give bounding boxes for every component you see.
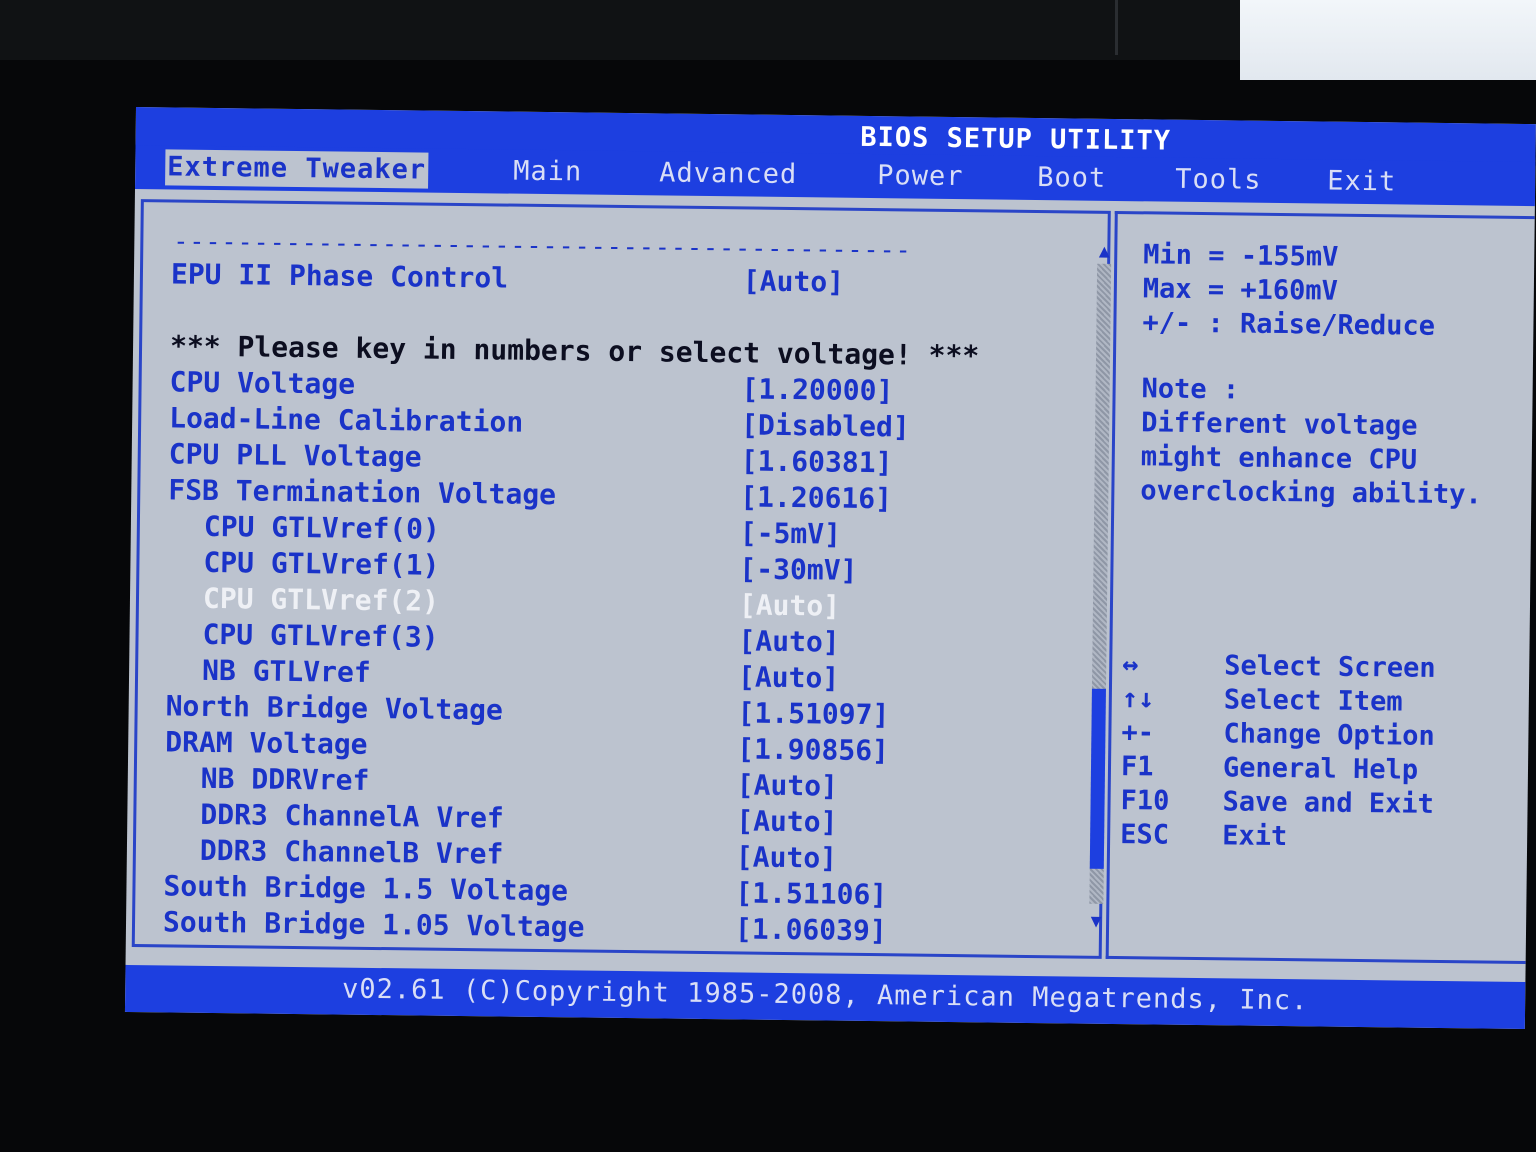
tab-power[interactable]: Power [875, 158, 966, 195]
setting-label: NB GTLVref [201, 653, 371, 689]
setting-label: FSB Termination Voltage [168, 473, 557, 512]
help-max-value: Max = +160mV [1142, 273, 1339, 307]
setting-value: [-30mV] [739, 552, 858, 587]
help-min-value: Min = -155mV [1143, 239, 1339, 273]
help-adjust-hint: +/- : Raise/Reduce [1142, 307, 1436, 342]
setting-epu-phase-control[interactable]: EPU II Phase Control [Auto] [143, 256, 1073, 303]
scrollbar-thumb[interactable] [1089, 688, 1106, 869]
setting-value: [1.90856] [737, 732, 890, 768]
setting-value: [Disabled] [740, 408, 910, 444]
bios-photo: BIOS SETUP UTILITY Extreme Tweaker Main … [0, 0, 1536, 1152]
setting-label: South Bridge 1.5 Voltage [163, 869, 569, 908]
f1-key: F1 [1120, 751, 1154, 783]
help-note-line: might enhance CPU [1140, 441, 1418, 476]
setting-label: EPU II Phase Control [170, 257, 509, 295]
setting-label: CPU GTLVref(3) [202, 617, 439, 654]
help-note-line: overclocking ability. [1140, 475, 1482, 511]
esc-key: ESC [1119, 819, 1170, 851]
setting-value: [1.51097] [737, 696, 890, 732]
setting-label: South Bridge 1.05 Voltage [162, 905, 585, 944]
scroll-down-arrow-icon[interactable]: ▼ [1085, 911, 1107, 932]
setting-value: [Auto] [735, 840, 838, 875]
key-description: Exit [1221, 820, 1288, 853]
background-window-light [1240, 0, 1536, 80]
setting-value: [1.20616] [740, 480, 893, 516]
setting-label: DRAM Voltage [165, 725, 368, 761]
setting-value: [Auto] [736, 804, 838, 839]
setting-label: CPU GTLVref(1) [203, 545, 440, 582]
tab-exit[interactable]: Exit [1325, 164, 1398, 201]
help-panel: Min = -155mV Max = +160mV +/- : Raise/Re… [1105, 210, 1535, 965]
setting-value: [-5mV] [739, 516, 842, 551]
help-note-line: Different voltage [1141, 407, 1418, 442]
key-description: General Help [1222, 752, 1419, 786]
tab-extreme-tweaker[interactable]: Extreme Tweaker [165, 149, 429, 189]
setting-label: CPU GTLVref(0) [203, 509, 441, 546]
setting-label: DDR3 ChannelB Vref [199, 833, 504, 871]
key-description: Save and Exit [1222, 786, 1435, 820]
key-description: Select Item [1223, 684, 1403, 718]
setting-label: CPU PLL Voltage [168, 437, 422, 474]
setting-value: [Auto] [736, 768, 839, 803]
bios-screen: BIOS SETUP UTILITY Extreme Tweaker Main … [124, 107, 1536, 1030]
left-right-arrow-icon: ↔ [1122, 649, 1139, 681]
settings-panel: ----------------------------------------… [131, 199, 1112, 959]
background-wall [0, 0, 1240, 60]
setting-value: [1.51106] [735, 876, 888, 912]
setting-value: [Auto] [742, 264, 845, 299]
tab-boot[interactable]: Boot [1035, 160, 1108, 197]
footer-bar: v02.61 (C)Copyright 1985-2008, American … [124, 964, 1526, 1030]
setting-value: [1.20000] [741, 372, 894, 408]
f10-key: F10 [1120, 785, 1170, 817]
setting-value: [Auto] [738, 588, 841, 623]
tab-main[interactable]: Main [511, 154, 584, 191]
setting-value: [Auto] [737, 660, 840, 695]
setting-label: CPU GTLVref(2) [202, 581, 440, 618]
setting-label: CPU Voltage [169, 365, 356, 401]
key-description: Select Screen [1224, 650, 1436, 684]
setting-value: [Auto] [738, 624, 840, 659]
setting-label: Load-Line Calibration [169, 401, 524, 439]
setting-label: NB DDRVref [200, 761, 370, 797]
key-description: Change Option [1223, 718, 1435, 752]
help-note-title: Note : [1141, 373, 1240, 406]
background-edge [1115, 0, 1118, 55]
copyright-text: v02.61 (C)Copyright 1985-2008, American … [341, 973, 1309, 1017]
setting-value: [1.60381] [740, 444, 893, 480]
tab-advanced[interactable]: Advanced [657, 155, 799, 193]
setting-label: North Bridge Voltage [165, 689, 504, 727]
up-down-arrow-icon: ↑↓ [1121, 683, 1155, 715]
setting-label: DDR3 ChannelA Vref [200, 797, 504, 835]
plus-minus-key: +- [1121, 717, 1155, 749]
scroll-up-arrow-icon[interactable]: ▲ [1093, 241, 1115, 262]
tab-tools[interactable]: Tools [1173, 162, 1264, 199]
setting-value: [1.06039] [734, 912, 887, 948]
